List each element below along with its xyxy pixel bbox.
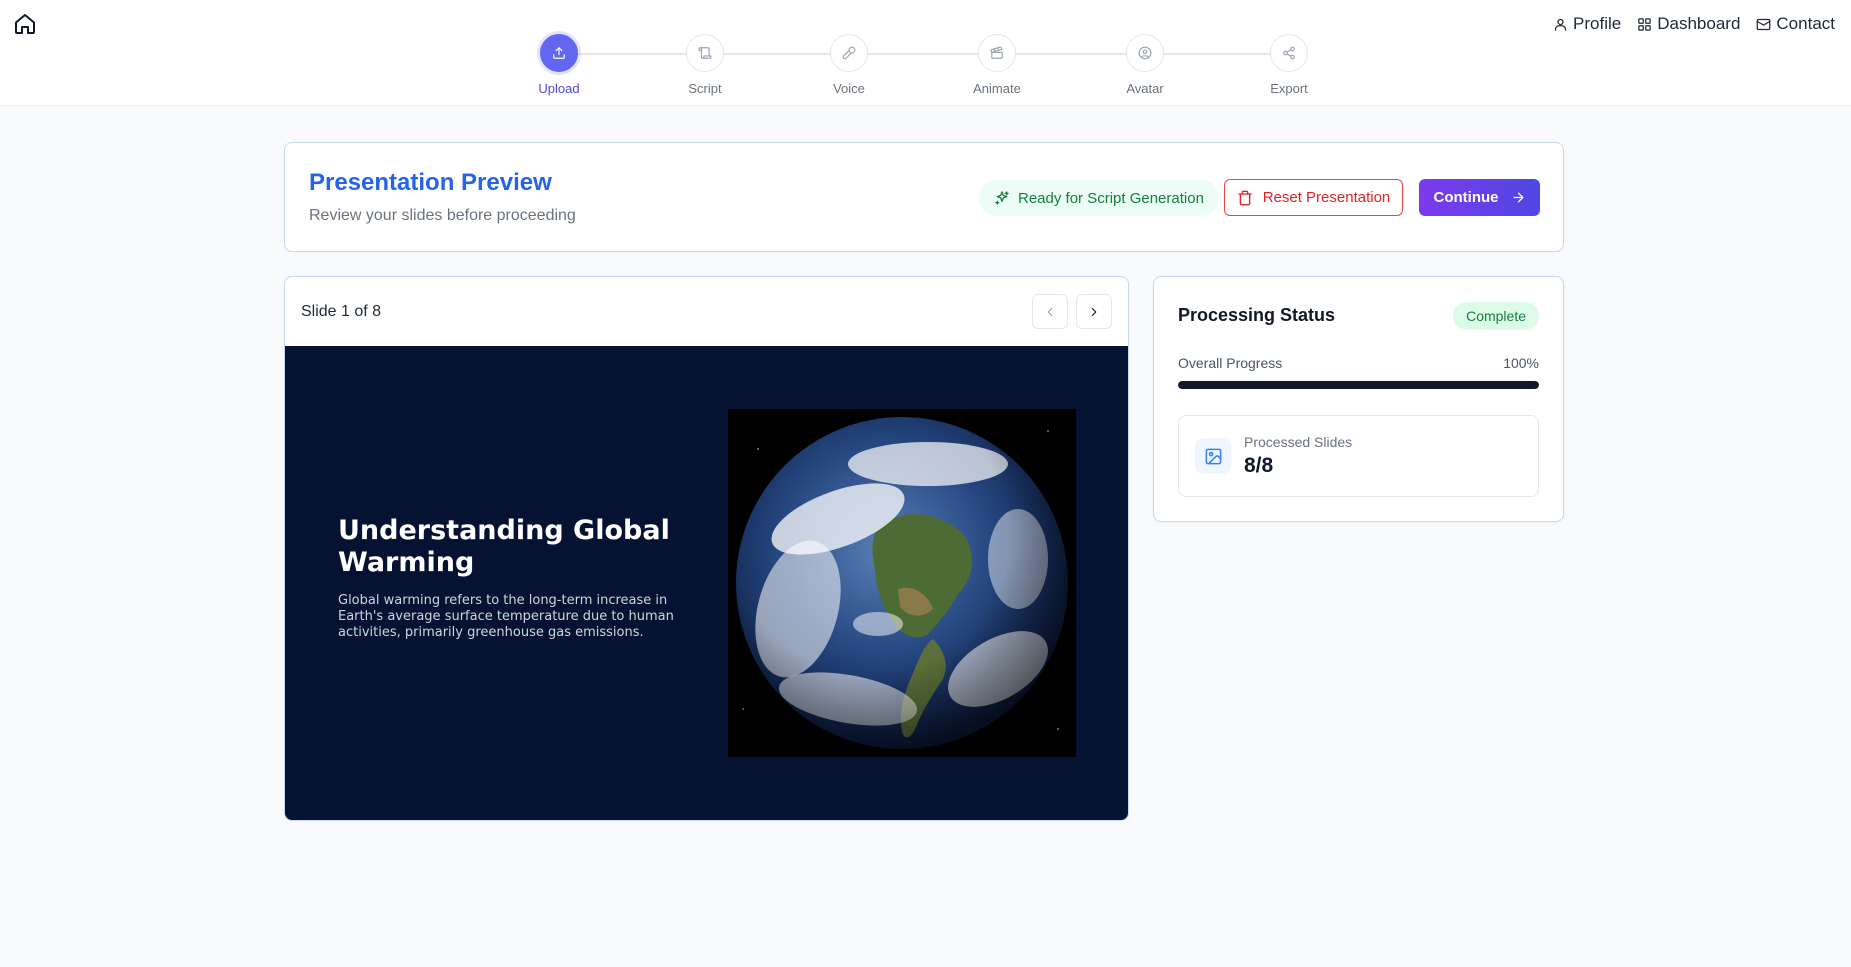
status-badge: Complete (1453, 302, 1539, 330)
step-label: Animate (973, 81, 1021, 96)
nav-contact-label: Contact (1776, 14, 1835, 33)
step-label: Avatar (1126, 81, 1164, 96)
step-circle (1126, 34, 1164, 72)
step-label: Upload (538, 81, 580, 96)
nav-dashboard-label: Dashboard (1657, 14, 1741, 33)
processing-status-card: Processing Status Complete Overall Progr… (1153, 276, 1564, 522)
top-bar: Upload Script Voice Animate Avatar Expor… (0, 0, 1851, 106)
dashboard-grid-icon (1638, 17, 1651, 31)
step-label: Export (1270, 81, 1308, 96)
top-nav: Profile Dashboard Contact (1553, 14, 1835, 34)
processed-slides-label: Processed Slides (1244, 434, 1353, 450)
processing-status-title: Processing Status (1178, 305, 1336, 325)
presentation-header-card: Presentation Preview Review your slides … (284, 142, 1564, 252)
step-upload[interactable]: Upload (519, 34, 599, 96)
earth-globe-image (728, 409, 1076, 757)
clapperboard-icon (990, 46, 1003, 59)
processed-slides-box: Processed Slides 8/8 (1178, 415, 1539, 497)
chevron-right-icon (1091, 307, 1097, 316)
image-icon-wrapper (1195, 438, 1231, 474)
user-icon (1554, 18, 1567, 31)
nav-profile-label: Profile (1573, 14, 1622, 33)
step-circle (830, 34, 868, 72)
step-label: Voice (833, 81, 865, 96)
reset-presentation-button[interactable]: Reset Presentation (1224, 179, 1403, 216)
step-circle (686, 34, 724, 72)
nav-dashboard-link[interactable]: Dashboard (1637, 14, 1740, 34)
step-animate[interactable]: Animate (957, 34, 1037, 96)
step-export[interactable]: Export (1249, 34, 1329, 96)
page-title: Presentation Preview (309, 169, 552, 196)
step-voice[interactable]: Voice (809, 34, 889, 96)
mail-icon (1757, 18, 1771, 30)
sparkles-icon (995, 191, 1009, 205)
overall-progress-fill (1178, 381, 1539, 389)
script-icon (698, 47, 712, 59)
previous-slide-button[interactable] (1032, 294, 1068, 329)
step-circle (1270, 34, 1308, 72)
nav-profile-link[interactable]: Profile (1553, 14, 1621, 34)
reset-presentation-label: Reset Presentation (1262, 189, 1391, 206)
upload-icon (553, 47, 565, 59)
microphone-icon (842, 46, 856, 60)
overall-progress-value: 100% (1503, 355, 1539, 371)
nav-contact-link[interactable]: Contact (1756, 14, 1835, 34)
slide-body-text: Global warming refers to the long-term i… (338, 593, 674, 640)
step-circle (540, 34, 578, 72)
image-icon (1205, 448, 1221, 464)
step-circle (978, 34, 1016, 72)
earth-globe-graphic (728, 409, 1076, 757)
continue-label: Continue (1433, 189, 1499, 206)
page-subtitle: Review your slides before proceeding (309, 207, 576, 224)
continue-button[interactable]: Continue (1419, 179, 1540, 216)
slide-title: Understanding Global Warming (338, 515, 670, 578)
slide-viewer: Slide 1 of 8 Understanding Global Warmin… (284, 276, 1129, 821)
ready-status-badge: Ready for Script Generation (979, 180, 1219, 216)
slide-canvas: Understanding Global Warming Global warm… (285, 346, 1128, 820)
overall-progress-label: Overall Progress (1178, 355, 1283, 371)
step-script[interactable]: Script (665, 34, 745, 96)
share-icon (1283, 46, 1295, 60)
ready-status-label: Ready for Script Generation (1018, 189, 1204, 207)
trash-icon (1238, 190, 1252, 205)
chevron-left-icon (1047, 307, 1053, 316)
user-circle-icon (1138, 46, 1152, 60)
arrow-right-icon (1513, 192, 1523, 203)
next-slide-button[interactable] (1076, 294, 1112, 329)
step-avatar[interactable]: Avatar (1105, 34, 1185, 96)
processed-slides-value: 8/8 (1244, 454, 1274, 477)
slide-counter: Slide 1 of 8 (301, 303, 382, 320)
overall-progress-bar (1178, 381, 1539, 389)
step-label: Script (688, 81, 722, 96)
